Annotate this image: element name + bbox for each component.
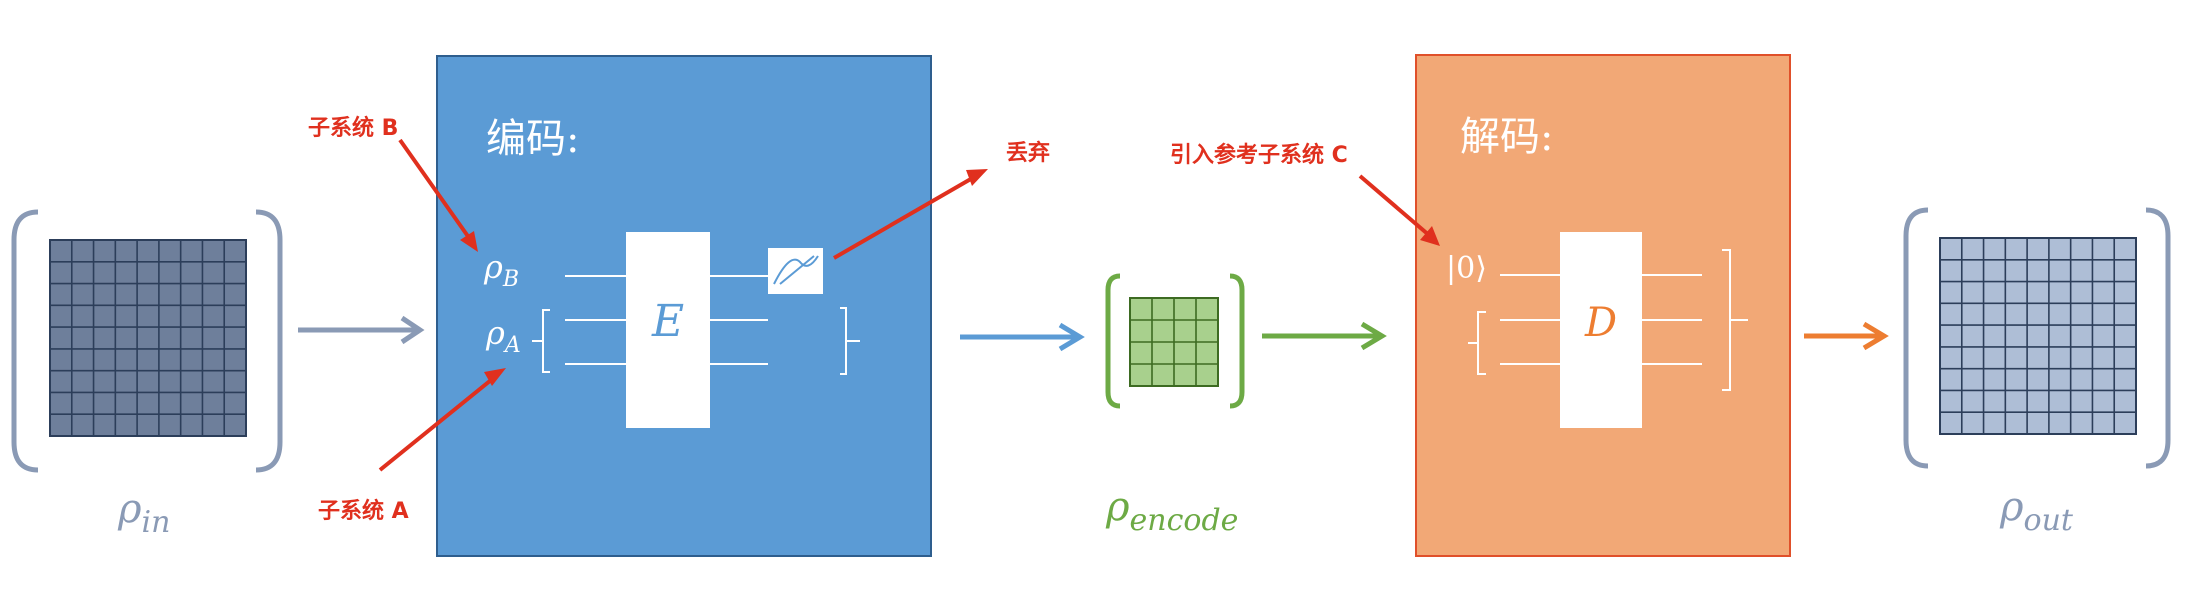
input-matrix-background <box>49 239 247 437</box>
decoder-title: 解码: <box>1460 114 1553 160</box>
output-label: ρout <box>1999 484 2074 538</box>
output-state: ρout <box>1903 207 2171 538</box>
output-matrix-background <box>1939 237 2137 435</box>
annotation-introduce-c: 引入参考子系统 C <box>1170 142 1440 246</box>
encoder-title: 编码: <box>486 116 579 162</box>
arrow-encoded-to-decoder <box>1262 321 1387 351</box>
encoded-label: ρencode <box>1105 484 1238 538</box>
output-right-bracket <box>2145 207 2171 469</box>
output-left-bracket <box>1903 207 1929 469</box>
measurement-icon <box>768 248 823 294</box>
input-matrix-grid <box>49 239 247 437</box>
svg-text:引入参考子系统 C: 引入参考子系统 C <box>1170 142 1348 168</box>
input-right-bracket <box>255 209 283 473</box>
decoder-box: 解码: |0⟩ D <box>1415 54 1791 557</box>
svg-text:子系统 A: 子系统 A <box>318 498 409 524</box>
decoder-gate-label: D <box>1584 300 1617 346</box>
input-left-bracket <box>11 209 39 473</box>
input-state: ρin <box>11 209 283 540</box>
svg-text:子系统 B: 子系统 B <box>308 115 398 141</box>
encoded-right-bracket <box>1229 273 1245 409</box>
ket-zero-label: |0⟩ <box>1446 251 1487 286</box>
arrow-input-to-encoder <box>298 315 425 345</box>
encoder-box: 编码: ρB ρA E <box>436 55 932 557</box>
encoded-state: ρencode <box>1105 273 1245 538</box>
input-label: ρin <box>117 486 170 540</box>
arrow-decoder-to-output <box>1804 321 1889 351</box>
encoded-left-bracket <box>1105 273 1121 409</box>
encoded-matrix-grid <box>1129 297 1219 387</box>
output-matrix-grid <box>1939 237 2137 435</box>
svg-text:丢弃: 丢弃 <box>1006 140 1050 166</box>
encoder-gate-label: E <box>651 296 684 347</box>
arrow-encoder-to-encoded <box>960 322 1085 352</box>
